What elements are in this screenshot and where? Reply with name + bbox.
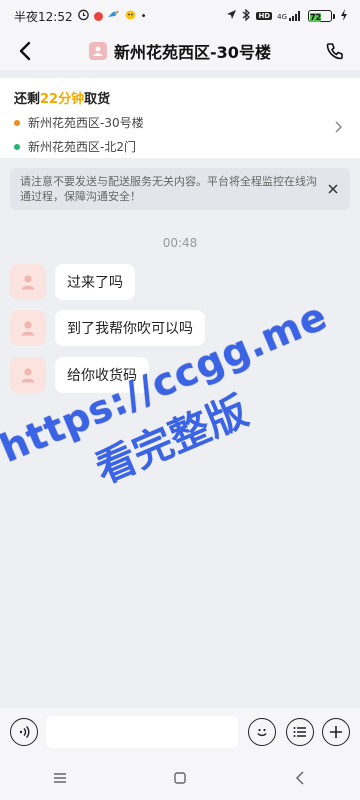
sender-avatar-icon[interactable] [10, 357, 46, 393]
status-right: HD 4G 72 [226, 8, 348, 24]
smiley-icon [257, 728, 267, 737]
message-input[interactable] [46, 716, 238, 748]
bluetooth-icon [242, 8, 251, 24]
nav-home-button[interactable] [160, 763, 200, 793]
alarm-icon [77, 8, 90, 24]
chevron-right-icon [334, 118, 343, 137]
more-notifications-dot: • [140, 10, 147, 22]
chat-message: 给你收货码 [10, 357, 149, 393]
countdown-prefix: 还剩 [14, 92, 41, 107]
chat-timestamp: 00:48 [162, 236, 198, 250]
status-time: 半夜12:52 [14, 9, 73, 24]
more-actions-button[interactable] [322, 718, 350, 746]
close-notice-button[interactable] [324, 180, 342, 198]
phone-icon [326, 43, 343, 60]
delivery-address-text: 新州花苑西区-北2门 [28, 140, 136, 154]
contact-avatar-icon [89, 42, 108, 60]
nav-back-button[interactable] [280, 763, 320, 793]
pickup-dot-icon [14, 119, 20, 126]
close-icon [328, 184, 338, 194]
voice-icon [19, 726, 30, 738]
message-input-bar [0, 708, 360, 756]
header-title-group: 新州花苑西区-30号楼 [89, 39, 271, 63]
countdown-minutes: 22分钟 [40, 92, 85, 107]
message-bubble[interactable]: 到了我帮你吹可以吗 [55, 310, 205, 346]
voice-input-button[interactable] [10, 718, 38, 746]
menu-icon [54, 773, 66, 783]
chevron-left-icon [19, 41, 31, 61]
delivery-dot-icon [14, 143, 20, 150]
app-notification-icon [93, 11, 103, 21]
list-icon [293, 727, 306, 737]
sender-avatar-icon[interactable] [10, 310, 46, 346]
pickup-address: 新州花苑西区-30号楼 [14, 114, 346, 131]
back-triangle-icon [295, 771, 304, 785]
sender-avatar-icon[interactable] [10, 264, 46, 300]
chat-message: 到了我帮你吹可以吗 [10, 310, 205, 346]
network-type: 4G [277, 13, 287, 21]
ghost-app-icon [124, 9, 137, 24]
plus-icon [330, 726, 342, 738]
signal-icon: 4G [277, 11, 303, 21]
message-bubble[interactable]: 给你收货码 [55, 357, 149, 393]
watermark-overlay: https://ccgg.me 看完整版 [0, 294, 360, 614]
home-icon [174, 772, 186, 784]
bird-app-icon [107, 9, 120, 24]
location-icon [226, 9, 237, 23]
chat-message: 过来了吗 [10, 264, 135, 300]
system-nav-bar [0, 756, 360, 800]
call-button[interactable] [320, 36, 350, 66]
emoji-button[interactable] [248, 718, 276, 746]
charging-icon [340, 8, 348, 24]
hd-icon: HD [256, 12, 273, 20]
battery-level: 72 [310, 13, 322, 22]
quick-reply-button[interactable] [286, 718, 314, 746]
countdown-suffix: 取货 [84, 92, 111, 107]
nav-menu-button[interactable] [40, 763, 80, 793]
status-bar: 半夜12:52 • HD 4G 72 [0, 0, 360, 32]
delivery-address: 新州花苑西区-北2门 [14, 138, 346, 155]
back-button[interactable] [10, 36, 40, 66]
order-summary-card[interactable]: 还剩 22分钟 取货 新州花苑西区-30号楼 新州花苑西区-北2门 [0, 78, 360, 158]
status-left: 半夜12:52 • [14, 8, 147, 25]
safety-notice: 请注意不要发送与配送服务无关内容。平台将全程监控在线沟通过程，保障沟通安全！ [10, 168, 350, 210]
pickup-address-text: 新州花苑西区-30号楼 [28, 116, 144, 130]
message-bubble[interactable]: 过来了吗 [55, 264, 135, 300]
pickup-countdown: 还剩 22分钟 取货 [14, 88, 346, 107]
chat-header: 新州花苑西区-30号楼 [0, 32, 360, 70]
battery-icon: 72 [308, 10, 335, 22]
safety-notice-text: 请注意不要发送与配送服务无关内容。平台将全程监控在线沟通过程，保障沟通安全！ [20, 175, 317, 203]
page-title: 新州花苑西区-30号楼 [114, 43, 271, 62]
